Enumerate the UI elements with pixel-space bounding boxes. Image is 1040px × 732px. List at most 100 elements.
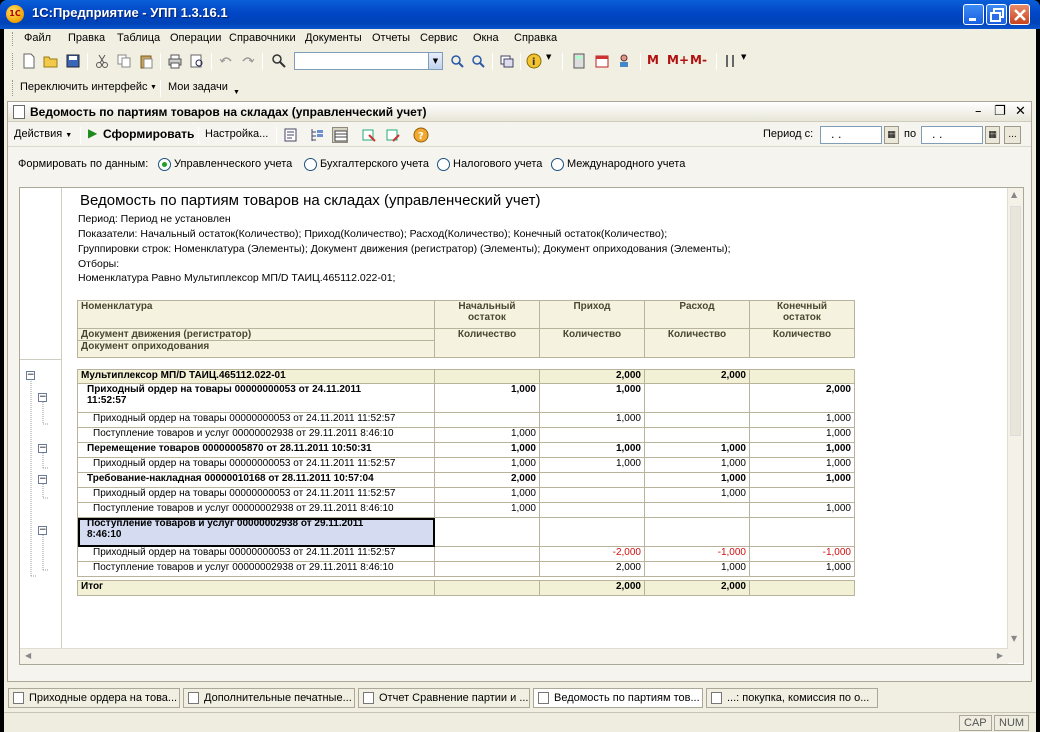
data-source-label: Формировать по данным:	[18, 158, 149, 170]
menu-edit[interactable]: Правка	[68, 32, 105, 44]
find-prev-icon[interactable]	[470, 53, 486, 69]
save-icon[interactable]	[65, 53, 81, 69]
report-filter-value-line: Номенклатура Равно Мультиплексор МП/D ТА…	[78, 272, 396, 284]
horizontal-scrollbar[interactable]: ◀ ▶	[20, 648, 1008, 664]
copy-icon[interactable]	[116, 53, 132, 69]
redo-icon[interactable]	[240, 53, 256, 69]
chevron-down-icon[interactable]: ▼	[741, 53, 757, 69]
menu-operations[interactable]: Операции	[170, 32, 221, 44]
menu-help[interactable]: Справка	[514, 32, 557, 44]
selected-cell[interactable]: Поступление товаров и услуг 00000002938 …	[77, 517, 435, 547]
calc-memory-button[interactable]: M	[647, 53, 659, 69]
calendar-icon[interactable]	[594, 53, 610, 69]
generate-button[interactable]: Сформировать	[103, 127, 194, 141]
maximize-button[interactable]	[986, 4, 1007, 25]
settings-button[interactable]: Настройка...	[205, 128, 268, 140]
chevron-down-icon[interactable]: ▼	[233, 89, 240, 96]
menu-table[interactable]: Таблица	[117, 32, 160, 44]
num-lock-indicator: NUM	[994, 715, 1030, 731]
table-row[interactable]: Приходный ордер на товары 00000000053 от…	[77, 383, 855, 413]
close-icon[interactable]: ✕	[1015, 104, 1026, 119]
close-button[interactable]	[1009, 4, 1030, 25]
menu-documents[interactable]: Документы	[305, 32, 362, 44]
users-icon[interactable]	[618, 53, 634, 69]
chevron-down-icon[interactable]: ▼	[546, 53, 562, 69]
switch-interface-button[interactable]: Переключить интерфейс	[20, 81, 148, 93]
restore-icon[interactable]: ❐	[994, 104, 1006, 119]
print-icon[interactable]	[167, 53, 183, 69]
chevron-down-icon[interactable]: ▼	[150, 84, 157, 91]
window-tab[interactable]: ...: покупка, комиссия по о...	[706, 688, 878, 708]
help-icon[interactable]: ?	[413, 127, 429, 143]
period-select-button[interactable]: ...	[1004, 126, 1021, 144]
paste-icon[interactable]	[138, 53, 154, 69]
table-row[interactable]: Приходный ордер на товары 00000000053 от…	[77, 412, 855, 428]
menu-windows[interactable]: Окна	[473, 32, 499, 44]
table-row[interactable]: Приходный ордер на товары 00000000053 от…	[77, 457, 855, 473]
radio-tax[interactable]	[437, 158, 450, 171]
table-row[interactable]: Поступление товаров и услуг 00000002938 …	[77, 502, 855, 518]
calendar-icon[interactable]: ▦	[985, 126, 1000, 144]
print-preview-icon[interactable]	[189, 53, 205, 69]
window-tab[interactable]: Приходные ордера на това...	[8, 688, 180, 708]
radio-management[interactable]	[158, 158, 171, 171]
report-sheet[interactable]: Ведомость по партиям товаров на складах …	[19, 187, 1024, 665]
calculator-icon[interactable]	[571, 53, 587, 69]
calc-memory-plus-button[interactable]: M+	[667, 53, 689, 69]
period-from-field[interactable]: . .	[820, 126, 882, 144]
table-row[interactable]: Приходный ордер на товары 00000000053 от…	[77, 546, 855, 562]
calc-memory-minus-button[interactable]: M-	[690, 53, 707, 69]
window-tab[interactable]: Отчет Сравнение партии и ...	[358, 688, 530, 708]
scroll-left-icon[interactable]: ◀	[25, 651, 31, 660]
window-tab[interactable]: Дополнительные печатные...	[183, 688, 355, 708]
find-next-icon[interactable]	[449, 53, 465, 69]
radio-international[interactable]	[551, 158, 564, 171]
info-icon[interactable]: i	[526, 53, 542, 69]
actions-menu[interactable]: Действия ▼	[14, 128, 72, 140]
radio-accounting-label[interactable]: Бухгалтерского учета	[320, 158, 429, 170]
vertical-scroll-thumb[interactable]	[1010, 206, 1021, 436]
table-row[interactable]: Перемещение товаров 00000005870 от 28.11…	[77, 442, 855, 458]
menu-reports[interactable]: Отчеты	[372, 32, 410, 44]
window-tab-active[interactable]: Ведомость по партиям тов...	[533, 688, 703, 708]
table-row[interactable]: Поступление товаров и услуг 00000002938 …	[77, 561, 855, 577]
menu-service[interactable]: Сервис	[420, 32, 458, 44]
table-row[interactable]: Поступление товаров и услуг 00000002938 …	[77, 517, 855, 547]
table-row[interactable]: Мультиплексор МП/D ТАИЦ.465112.022-01 2,…	[77, 369, 855, 384]
table-row[interactable]: Требование-накладная 00000010168 от 28.1…	[77, 472, 855, 488]
chevron-down-icon[interactable]: ▼	[428, 53, 442, 69]
radio-international-label[interactable]: Международного учета	[567, 158, 685, 170]
undo-icon[interactable]	[218, 53, 234, 69]
search-icon[interactable]	[271, 53, 287, 69]
import-icon[interactable]	[385, 127, 401, 143]
radio-tax-label[interactable]: Налогового учета	[453, 158, 542, 170]
open-folder-icon[interactable]	[43, 53, 59, 69]
calendar-icon[interactable]: ▦	[884, 126, 899, 144]
status-bar: CAP NUM	[4, 712, 1036, 732]
report-header-icon[interactable]	[283, 127, 299, 143]
scroll-right-icon[interactable]: ▶	[997, 651, 1003, 660]
menu-file[interactable]: Файл	[24, 32, 51, 44]
tools-icon[interactable]	[723, 53, 739, 69]
table-row[interactable]: Приходный ордер на товары 00000000053 от…	[77, 487, 855, 503]
period-to-field[interactable]: . .	[921, 126, 983, 144]
table-row[interactable]: Поступление товаров и услуг 00000002938 …	[77, 427, 855, 443]
radio-accounting[interactable]	[304, 158, 317, 171]
scroll-down-icon[interactable]: ▼	[1011, 634, 1017, 643]
my-tasks-button[interactable]: Мои задачи	[168, 81, 228, 93]
scroll-up-icon[interactable]: ▲	[1011, 190, 1017, 199]
radio-management-label[interactable]: Управленческого учета	[174, 158, 292, 170]
tree-expand-icon[interactable]	[309, 127, 325, 143]
cut-icon[interactable]	[94, 53, 110, 69]
total-row[interactable]: Итог 2,000 2,000	[77, 580, 855, 596]
new-document-icon[interactable]	[21, 53, 37, 69]
minimize-button[interactable]	[963, 4, 984, 25]
windows-icon[interactable]	[499, 53, 515, 69]
vertical-scrollbar[interactable]: ▲ ▼	[1007, 188, 1023, 663]
table-view-icon[interactable]	[332, 127, 348, 143]
search-input[interactable]: ▼	[294, 52, 443, 70]
menu-catalogs[interactable]: Справочники	[229, 32, 296, 44]
header-start-balance: Начальный остаток	[434, 300, 540, 329]
export-icon[interactable]	[361, 127, 377, 143]
minimize-icon[interactable]: –	[975, 104, 982, 119]
